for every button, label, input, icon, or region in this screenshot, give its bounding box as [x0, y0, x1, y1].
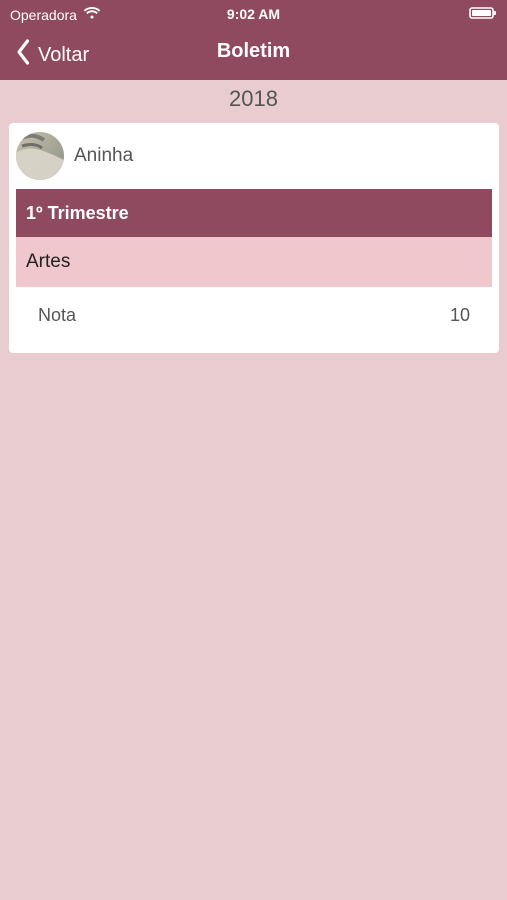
student-header: Aninha — [16, 131, 492, 181]
student-name: Aninha — [74, 145, 134, 166]
avatar — [16, 132, 64, 180]
status-right — [469, 6, 497, 23]
trimester-header: 1º Trimestre — [16, 189, 492, 237]
status-time: 9:02 AM — [226, 6, 281, 22]
report-card: Aninha 1º Trimestre Artes Nota 10 — [9, 123, 499, 353]
grade-row: Nota 10 — [16, 287, 492, 343]
navigation-bar: Voltar Boletim — [0, 28, 507, 80]
year-label: 2018 — [229, 86, 278, 111]
grade-label: Nota — [38, 304, 77, 325]
battery-icon — [469, 6, 497, 23]
grade-value: 10 — [449, 304, 470, 325]
status-bar: Operadora 9:02 AM — [0, 0, 507, 28]
top-bar: Operadora 9:02 AM Voltar Boletim — [0, 0, 507, 80]
page-title: Boletim — [216, 40, 291, 62]
subject-row: Artes — [16, 237, 492, 287]
